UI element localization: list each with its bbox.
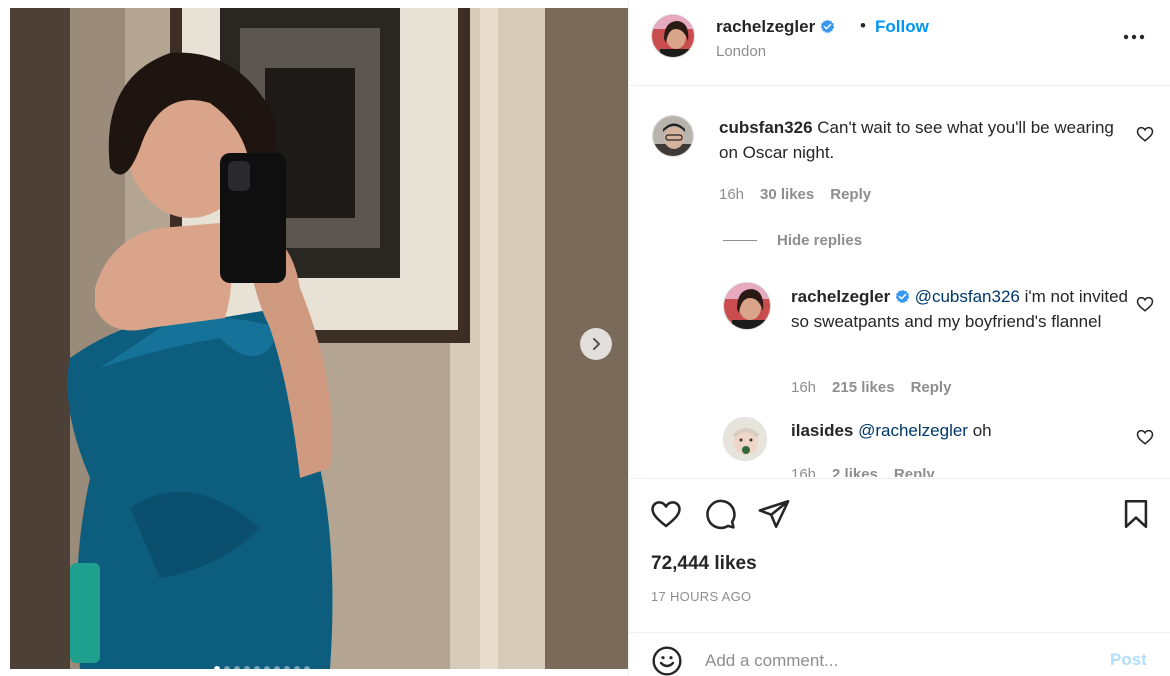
replier-avatar-image: [724, 418, 766, 460]
post-photo: [10, 8, 628, 669]
reply-likes[interactable]: 215 likes: [832, 379, 895, 396]
comment-like-heart-icon[interactable]: [1136, 125, 1154, 143]
carousel-dot[interactable]: [224, 666, 230, 669]
hide-replies-label[interactable]: Hide replies: [777, 232, 862, 249]
comment-time[interactable]: 16h: [719, 186, 744, 203]
post-time-ago[interactable]: 17 HOURS AGO: [651, 589, 751, 604]
reply-likes[interactable]: 2 likes: [832, 466, 878, 477]
bookmark-icon[interactable]: [1119, 497, 1153, 531]
follow-button[interactable]: Follow: [875, 17, 929, 37]
author-username[interactable]: rachelzegler: [716, 17, 835, 37]
verified-badge-icon: [895, 289, 910, 304]
comment-text: cubsfan326 Can't wait to see what you'll…: [719, 115, 1124, 165]
carousel-dot[interactable]: [254, 666, 260, 669]
more-options-icon: [1123, 34, 1145, 40]
post-likes-count[interactable]: 72,444 likes: [651, 553, 757, 575]
reply-item: ilasides @rachelzegler oh 16h 2 likes Re…: [629, 407, 1170, 477]
reply-username[interactable]: ilasides: [791, 421, 853, 440]
verified-badge-icon: [820, 19, 835, 34]
reply-text: ilasides @rachelzegler oh: [791, 418, 1129, 443]
carousel-dot[interactable]: [284, 666, 290, 669]
post-comment-button[interactable]: Post: [1110, 650, 1147, 670]
reply-text: rachelzegler @cubsfan326 i'm not invited…: [791, 284, 1129, 334]
reply-username[interactable]: rachelzegler: [791, 287, 890, 306]
add-comment-input[interactable]: [705, 647, 1085, 675]
add-comment-bar: Post: [629, 632, 1170, 676]
reply-time[interactable]: 16h: [791, 466, 816, 477]
replier-avatar[interactable]: [723, 417, 767, 461]
post-actions: 72,444 likes 17 HOURS AGO: [629, 478, 1170, 618]
carousel-dot[interactable]: [264, 666, 270, 669]
heart-icon[interactable]: [649, 497, 683, 531]
author-avatar-image: [652, 15, 694, 57]
commenter-avatar[interactable]: [652, 115, 694, 157]
comment-reply-button[interactable]: Reply: [830, 186, 871, 203]
reply-item: rachelzegler @cubsfan326 i'm not invited…: [629, 277, 1170, 407]
reply-meta: 16h 215 likes Reply: [791, 379, 951, 396]
comment-username[interactable]: cubsfan326: [719, 118, 813, 137]
hide-replies-button[interactable]: Hide replies: [723, 232, 862, 249]
carousel-dot[interactable]: [294, 666, 300, 669]
comment-meta: 16h 30 likes Reply: [719, 186, 871, 203]
carousel-dot[interactable]: [274, 666, 280, 669]
reply-mention[interactable]: @cubsfan326: [915, 287, 1020, 306]
more-options-button[interactable]: [1119, 22, 1149, 52]
comment-icon[interactable]: [703, 497, 737, 531]
chevron-right-icon: [593, 338, 600, 350]
carousel-dot[interactable]: [234, 666, 240, 669]
hide-replies-line: [723, 240, 757, 241]
author-avatar[interactable]: [651, 14, 695, 58]
post-side-panel: rachelzegler • Follow London cubsfan326 …: [628, 0, 1170, 676]
comments-list: cubsfan326 Can't wait to see what you'll…: [629, 87, 1170, 477]
share-icon[interactable]: [757, 497, 791, 531]
emoji-icon[interactable]: [651, 645, 683, 676]
reply-like-heart-icon[interactable]: [1136, 295, 1154, 313]
author-username-text[interactable]: rachelzegler: [716, 17, 815, 36]
photo-scene: [10, 8, 628, 669]
reply-mention[interactable]: @rachelzegler: [858, 421, 968, 440]
comment-item: cubsfan326 Can't wait to see what you'll…: [629, 87, 1170, 217]
reply-like-heart-icon[interactable]: [1136, 428, 1154, 446]
replier-avatar[interactable]: [723, 282, 771, 330]
carousel-dot[interactable]: [304, 666, 310, 669]
carousel-dot[interactable]: [244, 666, 250, 669]
post-header: rachelzegler • Follow London: [629, 0, 1170, 86]
replier-avatar-image: [724, 283, 770, 329]
header-separator: •: [860, 16, 866, 35]
carousel-dot[interactable]: [214, 666, 220, 669]
reply-time[interactable]: 16h: [791, 379, 816, 396]
reply-reply-button[interactable]: Reply: [894, 466, 935, 477]
reply-meta: 16h 2 likes Reply: [791, 466, 935, 477]
carousel-dots: [214, 666, 310, 669]
reply-reply-button[interactable]: Reply: [911, 379, 952, 396]
next-slide-button[interactable]: [580, 328, 612, 360]
reply-body: oh: [972, 421, 992, 440]
comment-likes[interactable]: 30 likes: [760, 186, 814, 203]
commenter-avatar-image: [653, 116, 693, 156]
post-location[interactable]: London: [716, 43, 766, 60]
